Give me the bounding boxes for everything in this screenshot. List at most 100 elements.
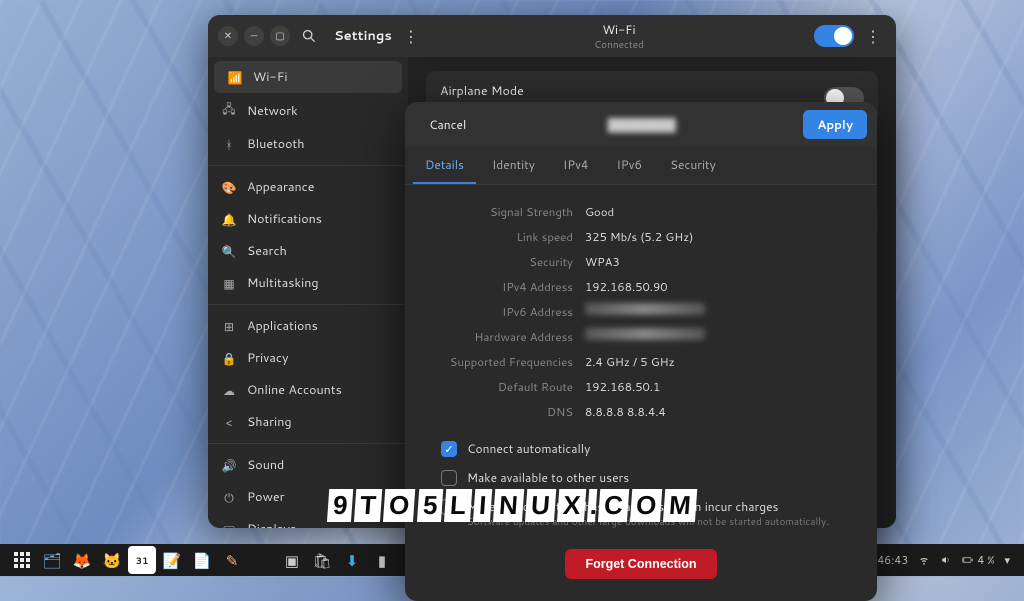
sidebar-item-label: Sound: [247, 456, 284, 474]
connect-auto-checkbox[interactable]: [441, 441, 457, 457]
net-icon: 🖧: [222, 100, 236, 121]
detail-row: Signal Strength Good: [423, 199, 859, 224]
detail-value: WPA3: [585, 253, 620, 270]
dialog-title-blurred: ████████: [480, 116, 803, 133]
battery-icon: [962, 554, 974, 566]
detail-key: Hardware Address: [423, 328, 573, 345]
sound-icon: 🔊: [222, 457, 236, 474]
sidebar-item-appearance[interactable]: 🎨Appearance: [208, 171, 408, 203]
dialog-tabs: DetailsIdentityIPv4IPv6Security: [405, 147, 877, 185]
sidebar-item-label: Network: [247, 102, 298, 120]
sidebar-item-network[interactable]: 🖧 Network: [208, 93, 408, 128]
header-menu-icon[interactable]: ⋮: [398, 23, 424, 49]
tray-wifi-icon[interactable]: [918, 554, 930, 566]
detail-value: 325 Mb/s (5.2 GHz): [585, 228, 693, 245]
display-icon: 🖵: [222, 521, 236, 529]
share-label: Make available to other users: [467, 469, 629, 486]
tab-ipv6[interactable]: IPv6: [605, 147, 655, 184]
sidebar-separator: [208, 165, 408, 166]
sidebar-item-multitasking[interactable]: ▦ Multitasking: [208, 267, 408, 299]
software-icon[interactable]: 🛍: [308, 546, 336, 574]
bell-icon: 🔔: [222, 211, 236, 228]
window-header: ✕ — ▢ Settings ⋮ Wi-Fi Connected ⋮: [208, 15, 896, 57]
tab-ipv4[interactable]: IPv4: [551, 147, 601, 184]
sidebar-item-privacy[interactable]: 🔒Privacy: [208, 342, 408, 374]
share-row[interactable]: Make available to other users: [423, 463, 859, 492]
wifi-icon: 📶: [228, 69, 242, 86]
sidebar-item-sharing[interactable]: < Sharing: [208, 406, 408, 438]
sidebar-item-label: Sharing: [247, 413, 292, 431]
detail-row: Default Route192.168.50.1: [423, 374, 859, 399]
detail-key: IPv6 Address: [423, 303, 573, 320]
sidebar-item-label: Power: [247, 488, 284, 506]
tray-volume-icon[interactable]: [940, 554, 952, 566]
share-icon: <: [222, 414, 236, 431]
sidebar-separator: [208, 304, 408, 305]
tab-identity[interactable]: Identity: [480, 147, 547, 184]
detail-value: Good: [585, 203, 614, 220]
apps-icon: ⊞: [222, 318, 236, 335]
sidebar-item-bluetooth[interactable]: ᚼBluetooth: [208, 128, 408, 160]
wifi-details-dialog: Cancel ████████ Apply DetailsIdentityIPv…: [405, 102, 877, 601]
page-subtitle: Connected: [430, 38, 808, 52]
cloud-icon: ☁: [222, 382, 236, 399]
cancel-button[interactable]: Cancel: [415, 110, 480, 139]
detail-key: Link speed: [423, 228, 573, 245]
watermark: 9TO5LINUX.COM: [328, 489, 696, 522]
calendar-icon[interactable]: 31: [128, 546, 156, 574]
sidebar-item-label: Online Accounts: [247, 381, 342, 399]
sidebar-item-sound[interactable]: 🔊 Sound: [208, 449, 408, 481]
search-icon[interactable]: [296, 23, 322, 49]
connect-auto-row[interactable]: Connect automatically: [423, 434, 859, 463]
detail-row: IPv4 Address192.168.50.90: [423, 274, 859, 299]
forget-connection-button[interactable]: Forget Connection: [565, 549, 716, 579]
editor-icon[interactable]: ✎: [218, 546, 246, 574]
multi-icon: ▦: [222, 275, 236, 292]
lock-icon: 🔒: [222, 350, 236, 367]
detail-key: Signal Strength: [423, 203, 573, 220]
sidebar-item-label: Search: [247, 242, 287, 260]
detail-value: 8.8.8.8 8.8.4.4: [585, 403, 666, 420]
sidebar-item-label: Multitasking: [247, 274, 319, 292]
sidebar-item-applications[interactable]: ⊞ Applications: [208, 310, 408, 342]
apps-launcher-icon[interactable]: [8, 546, 36, 574]
minimize-button[interactable]: —: [244, 26, 264, 46]
header-more-icon[interactable]: ⋮: [860, 23, 886, 49]
detail-row: IPv6 Address: [423, 299, 859, 324]
sidebar-item-notifications[interactable]: 🔔 Notifications: [208, 203, 408, 235]
detail-value: 192.168.50.1: [585, 378, 660, 395]
window-title: Settings: [334, 27, 392, 45]
tray-battery[interactable]: 4 %: [962, 552, 994, 568]
sidebar-item-label: Notifications: [247, 210, 322, 228]
text-editor-icon[interactable]: 📝: [158, 546, 186, 574]
terminal-icon[interactable]: ▮: [368, 546, 396, 574]
connect-auto-label: Connect automatically: [467, 440, 590, 457]
sidebar-item-label: Applications: [247, 317, 318, 335]
detail-key: IPv4 Address: [423, 278, 573, 295]
detail-row: Supported Frequencies 2.4 GHz / 5 GHz: [423, 349, 859, 374]
airplane-title: Airplane Mode: [440, 82, 814, 100]
sidebar-item-search[interactable]: 🔍 Search: [208, 235, 408, 267]
sidebar-item-online-accounts[interactable]: ☁ Online Accounts: [208, 374, 408, 406]
files-icon[interactable]: 🗂: [38, 546, 66, 574]
detail-key: Supported Frequencies: [423, 353, 573, 370]
wifi-master-toggle[interactable]: [814, 25, 854, 47]
cat-app-icon[interactable]: 🐱: [98, 546, 126, 574]
close-button[interactable]: ✕: [218, 26, 238, 46]
tab-security[interactable]: Security: [658, 147, 728, 184]
dialog-body: Signal Strength Good Link speed 325 Mb/s (5…: [405, 185, 877, 601]
share-checkbox[interactable]: [441, 470, 457, 486]
search-icon: 🔍: [222, 243, 236, 260]
detail-value: 2.4 GHz / 5 GHz: [585, 353, 675, 370]
maximize-button[interactable]: ▢: [270, 26, 290, 46]
qbittorrent-icon[interactable]: ⬇: [338, 546, 366, 574]
apply-button[interactable]: Apply: [803, 110, 867, 139]
sidebar-item-wi-fi[interactable]: 📶 Wi-Fi: [214, 61, 402, 93]
tray-chevron-icon[interactable]: ▾: [1004, 552, 1010, 568]
screenshot-icon[interactable]: ▣: [278, 546, 306, 574]
tab-details[interactable]: Details: [413, 147, 476, 184]
sidebar-item-label: Appearance: [247, 178, 315, 196]
notes-icon[interactable]: 📄: [188, 546, 216, 574]
sidebar-item-label: Wi-Fi: [253, 68, 288, 86]
firefox-icon[interactable]: 🦊: [68, 546, 96, 574]
